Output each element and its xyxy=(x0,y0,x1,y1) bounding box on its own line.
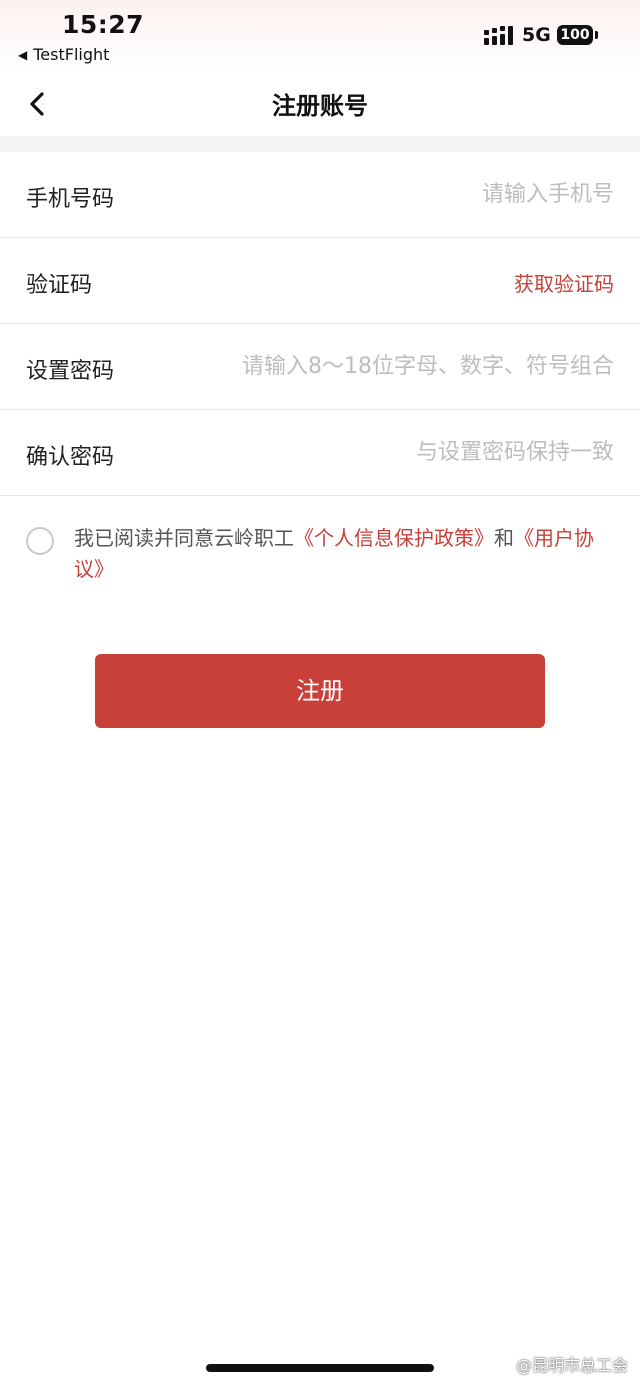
back-app-label: TestFlight xyxy=(33,45,110,64)
signal-icon xyxy=(484,26,513,45)
status-bar: 15:27 ◀ TestFlight 5G 100 xyxy=(0,0,640,70)
code-label: 验证码 xyxy=(26,273,93,298)
back-triangle-icon: ◀ xyxy=(18,48,28,62)
phone-label: 手机号码 xyxy=(26,187,115,212)
register-button[interactable]: 注册 xyxy=(95,654,545,728)
get-code-button[interactable]: 获取验证码 xyxy=(514,268,614,297)
nav-bar: 注册账号 xyxy=(0,72,640,136)
home-indicator[interactable] xyxy=(206,1364,434,1372)
agreement-prefix: 我已阅读并同意云岭职工 xyxy=(74,526,294,550)
battery-icon: 100 xyxy=(557,25,593,45)
code-row: 验证码 获取验证码 xyxy=(0,238,640,324)
network-type: 5G xyxy=(522,24,551,46)
status-time: 15:27 xyxy=(62,10,145,39)
agreement-text: 我已阅读并同意云岭职工《个人信息保护政策》和《用户协议》 xyxy=(74,523,616,585)
register-form: 手机号码 验证码 获取验证码 设置密码 确认密码 xyxy=(0,152,640,496)
watermark: @昆明市总工会 xyxy=(515,1356,628,1375)
confirm-password-input[interactable] xyxy=(174,432,614,472)
back-to-app-link[interactable]: ◀ TestFlight xyxy=(18,45,109,64)
agree-radio[interactable] xyxy=(26,527,54,555)
agreement-section: 我已阅读并同意云岭职工《个人信息保护政策》和《用户协议》 xyxy=(26,523,616,585)
confirm-label: 确认密码 xyxy=(26,445,115,470)
password-input[interactable] xyxy=(174,346,614,386)
privacy-policy-link[interactable]: 《个人信息保护政策》 xyxy=(294,526,494,550)
page-title: 注册账号 xyxy=(272,92,368,120)
battery-nub xyxy=(595,31,598,39)
phone-input[interactable] xyxy=(174,174,614,214)
password-label: 设置密码 xyxy=(26,359,115,384)
password-row: 设置密码 xyxy=(0,324,640,410)
confirm-row: 确认密码 xyxy=(0,410,640,496)
agreement-and: 和 xyxy=(494,526,514,550)
section-divider xyxy=(0,136,640,152)
phone-row: 手机号码 xyxy=(0,152,640,238)
